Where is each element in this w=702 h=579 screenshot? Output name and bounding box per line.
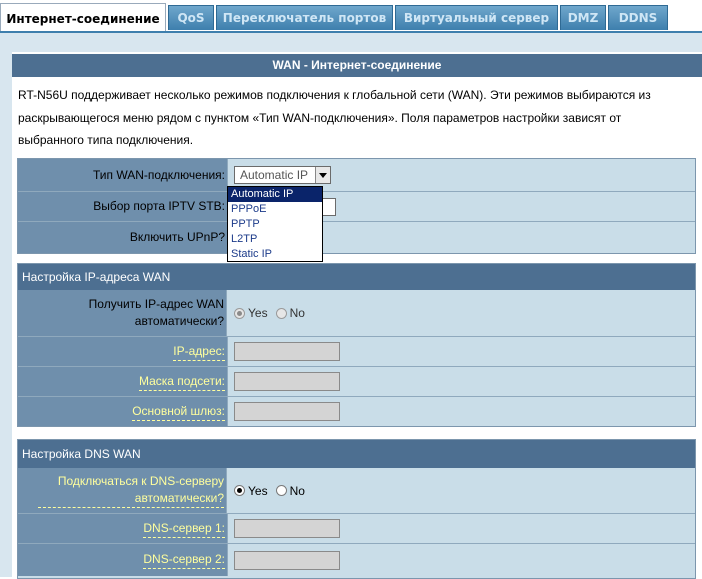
auto-dns-no-label: No <box>289 483 305 498</box>
gateway-input[interactable] <box>234 402 340 421</box>
tab-port-switch[interactable]: Переключатель портов <box>216 5 393 30</box>
gateway-label: Основной шлюз: <box>18 397 228 426</box>
auto-dns-cell: Yes No <box>228 468 313 513</box>
wan-type-dropdown-list: Automatic IP PPPoE PPTP L2TP Static IP <box>227 186 323 262</box>
auto-ip-row: Получить IP-адрес WAN автоматически? Yes… <box>18 290 695 337</box>
auto-ip-cell: Yes No <box>228 290 313 336</box>
tab-dmz[interactable]: DMZ <box>560 5 606 30</box>
option-static-ip[interactable]: Static IP <box>228 247 322 262</box>
dns1-cell <box>228 514 340 543</box>
gateway-label-text: Основной шлюз: <box>132 403 225 421</box>
tab-qos[interactable]: QoS <box>168 5 214 30</box>
wan-ip-section-title: Настройка IP-адреса WAN <box>18 264 695 290</box>
wan-dns-section-title: Настройка DNS WAN <box>18 440 695 468</box>
ip-address-label-text: IP-адрес: <box>173 343 225 361</box>
tab-internet-connection[interactable]: Интернет-соединение <box>0 3 166 33</box>
page-title: WAN - Интернет-соединение <box>12 54 702 77</box>
chevron-down-icon[interactable] <box>315 167 330 183</box>
auto-ip-no-radio[interactable] <box>275 307 287 319</box>
auto-ip-label: Получить IP-адрес WAN автоматически? <box>18 290 227 336</box>
wan-type-row: Тип WAN-подключения: Automatic IP <box>18 159 695 192</box>
auto-ip-yes-radio[interactable] <box>234 307 245 319</box>
dns2-label: DNS-сервер 2: <box>18 544 228 576</box>
subnet-mask-row: Маска подсети: <box>18 367 695 397</box>
ip-address-row: IP-адрес: <box>18 337 695 367</box>
auto-ip-yes-label: Yes <box>248 306 268 320</box>
dns1-row: DNS-сервер 1: <box>18 514 695 544</box>
iptv-label: Выбор порта IPTV STB: <box>18 192 228 221</box>
auto-dns-row: Подключаться к DNS-серверу автоматически… <box>18 468 695 514</box>
dns2-row: DNS-сервер 2: <box>18 544 695 576</box>
gateway-cell <box>228 397 340 426</box>
wan-ip-settings-table: Настройка IP-адреса WAN Получить IP-адре… <box>17 263 696 427</box>
tab-virtual-server[interactable]: Виртуальный сервер <box>395 5 558 30</box>
dns2-input[interactable] <box>234 550 340 570</box>
general-settings-table: Тип WAN-подключения: Automatic IP Выбор … <box>17 158 696 254</box>
upnp-row: Включить UPnP? <box>18 222 695 253</box>
auto-ip-no-label: No <box>289 306 305 320</box>
ip-address-cell <box>228 337 340 366</box>
upnp-label: Включить UPnP? <box>18 222 228 253</box>
subnet-mask-cell <box>228 367 340 396</box>
dns1-label-text: DNS-сервер 1: <box>143 520 225 538</box>
wan-type-select[interactable]: Automatic IP <box>234 166 331 184</box>
page-description: RT-N56U поддерживает несколько режимов п… <box>18 88 651 147</box>
option-automatic-ip[interactable]: Automatic IP <box>228 187 322 202</box>
wan-dns-settings-table: Настройка DNS WAN Подключаться к DNS-сер… <box>17 439 696 579</box>
tab-ddns[interactable]: DDNS <box>608 5 668 30</box>
tab-bar: Интернет-соединение QoS Переключатель по… <box>0 0 702 33</box>
subnet-mask-label-text: Маска подсети: <box>138 373 225 391</box>
ip-address-input[interactable] <box>234 342 340 361</box>
auto-dns-no-radio[interactable] <box>275 485 287 496</box>
option-pptp[interactable]: PPTP <box>228 217 322 232</box>
auto-dns-yes-radio[interactable] <box>234 485 245 496</box>
subnet-mask-label: Маска подсети: <box>18 367 228 396</box>
subnet-mask-input[interactable] <box>234 372 340 391</box>
dns2-label-text: DNS-сервер 2: <box>143 551 225 569</box>
dns2-cell <box>228 544 340 576</box>
ip-address-label: IP-адрес: <box>18 337 228 366</box>
option-pppoe[interactable]: PPPoE <box>228 202 322 217</box>
wan-type-selected-value: Automatic IP <box>240 168 309 182</box>
iptv-row: Выбор порта IPTV STB: <box>18 192 695 222</box>
option-l2tp[interactable]: L2TP <box>228 232 322 247</box>
dns1-label: DNS-сервер 1: <box>18 514 228 543</box>
auto-dns-yes-label: Yes <box>248 483 268 498</box>
gateway-row: Основной шлюз: <box>18 397 695 426</box>
dns1-input[interactable] <box>234 519 340 538</box>
wan-type-label: Тип WAN-подключения: <box>18 159 228 191</box>
auto-dns-label: Подключаться к DNS-серверу автоматически… <box>18 468 227 513</box>
auto-dns-label-text: Подключаться к DNS-серверу автоматически… <box>38 473 224 508</box>
